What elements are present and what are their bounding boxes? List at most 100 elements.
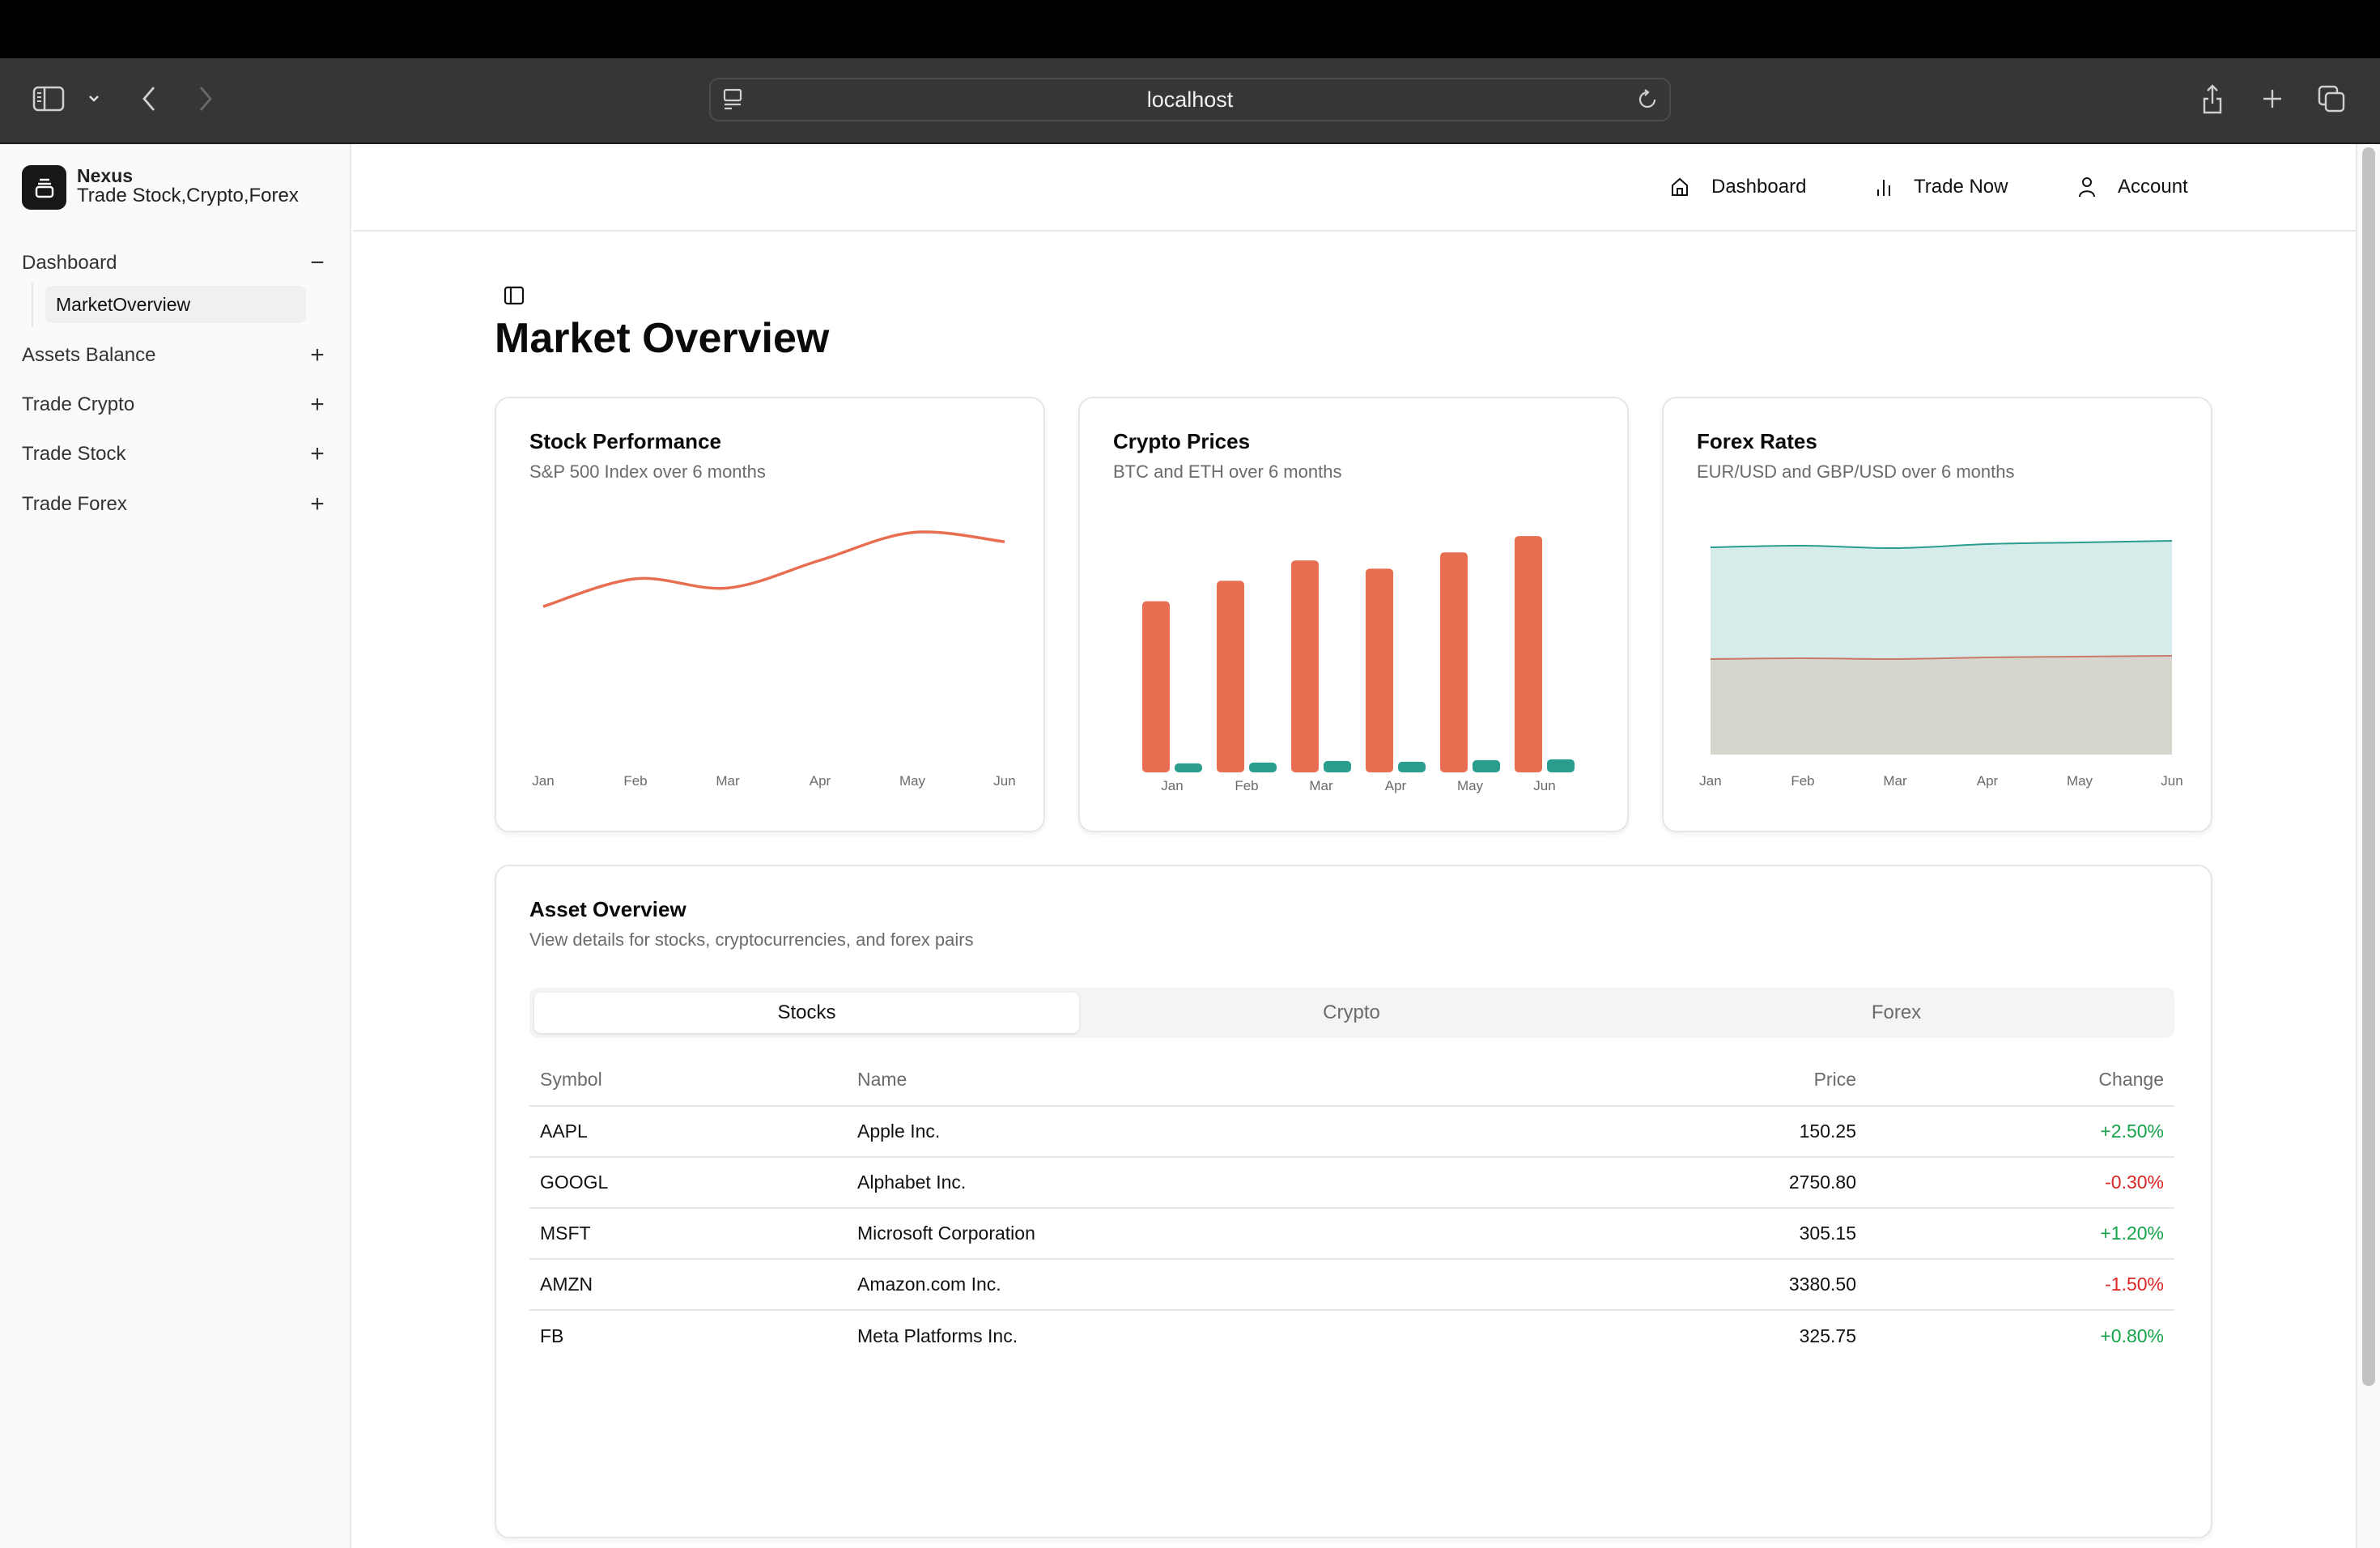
- forex-rates-card: Forex Rates EUR/USD and GBP/USD over 6 m…: [1662, 397, 2212, 832]
- column-header-name[interactable]: Name: [847, 1054, 1624, 1107]
- x-tick-label: Jun: [993, 773, 1015, 789]
- table-row[interactable]: AAPL Apple Inc. 150.25 +2.50%: [529, 1106, 2174, 1158]
- panel-toggle-button[interactable]: [504, 285, 525, 310]
- sidebar-item-assets-balance[interactable]: Assets Balance +: [22, 335, 329, 376]
- x-tick-label: May: [1457, 778, 1484, 793]
- cell-symbol: AAPL: [529, 1106, 847, 1158]
- sidebar-item-trade-stock[interactable]: Trade Stock +: [22, 434, 329, 474]
- brand-tagline: Trade Stock,Crypto,Forex: [77, 185, 299, 206]
- nav-trade-now[interactable]: Trade Now: [1875, 170, 2008, 204]
- x-tick-label: Jun: [2161, 773, 2182, 789]
- cell-price: 305.15: [1624, 1208, 1867, 1260]
- nav-label: Account: [2118, 176, 2188, 198]
- table-row[interactable]: AMZN Amazon.com Inc. 3380.50 -1.50%: [529, 1259, 2174, 1311]
- stock-performance-card: Stock Performance S&P 500 Index over 6 m…: [495, 397, 1045, 832]
- sidebar-item-trade-forex[interactable]: Trade Forex +: [22, 484, 329, 525]
- cell-price: 3380.50: [1624, 1259, 1867, 1311]
- nav-label: Trade Now: [1914, 176, 2008, 198]
- cell-name: Microsoft Corporation: [847, 1208, 1624, 1260]
- expand-icon[interactable]: +: [305, 342, 329, 369]
- cell-price: 2750.80: [1624, 1157, 1867, 1209]
- series-line-sp500: [542, 530, 1005, 608]
- page-title: Market Overview: [495, 315, 830, 362]
- forex-area-chart: Jan Feb Mar Apr May Jun: [1699, 540, 2183, 789]
- back-arrow-icon[interactable]: [138, 83, 160, 115]
- expand-icon[interactable]: +: [305, 440, 329, 468]
- bar-btc: [1366, 568, 1393, 772]
- cell-price: 325.75: [1799, 1325, 1856, 1346]
- cell-symbol: MSFT: [529, 1208, 847, 1260]
- user-icon: [2079, 177, 2095, 198]
- address-bar[interactable]: localhost: [709, 78, 1671, 121]
- new-tab-icon[interactable]: [2259, 84, 2286, 113]
- sidebar-item-dashboard[interactable]: Dashboard −: [22, 243, 329, 283]
- web-page: Nexus Trade Stock,Crypto,Forex Dashboard…: [0, 144, 2380, 1548]
- app-logo: [22, 165, 66, 210]
- bar-eth: [1473, 759, 1500, 772]
- x-tick-label: Feb: [623, 773, 647, 789]
- bar-btc: [1142, 601, 1170, 772]
- cell-symbol: GOOGL: [529, 1157, 847, 1209]
- column-header-symbol[interactable]: Symbol: [529, 1054, 847, 1107]
- bar-chart-icon: [1877, 180, 1890, 196]
- nav-dashboard[interactable]: Dashboard: [1669, 170, 1806, 204]
- expand-icon[interactable]: +: [305, 491, 329, 518]
- cell-change: -1.50%: [1867, 1259, 2174, 1311]
- home-icon: [1672, 177, 1688, 196]
- area-gbpusd: [1711, 541, 2172, 660]
- tab-crypto[interactable]: Crypto: [1079, 993, 1624, 1033]
- bar-btc: [1515, 536, 1542, 772]
- tab-forex[interactable]: Forex: [1624, 993, 2169, 1033]
- x-tick-label: Apr: [1385, 778, 1407, 793]
- brand-name: Nexus: [77, 165, 134, 186]
- collapse-icon[interactable]: −: [305, 249, 329, 277]
- cell-name: Alphabet Inc.: [847, 1157, 1624, 1209]
- sidebar-toggle-icon[interactable]: [32, 84, 65, 113]
- sidebar-item-label: Trade Stock: [22, 443, 126, 465]
- table-row[interactable]: FB Meta Platforms Inc. 325.75 +0.80%: [529, 1310, 2174, 1361]
- chevron-down-icon[interactable]: [84, 89, 104, 108]
- submenu-guide-line: [32, 283, 33, 327]
- x-tick-label: Feb: [1791, 773, 1814, 789]
- reload-icon[interactable]: [1635, 87, 1660, 112]
- x-tick-label: Jun: [1533, 778, 1555, 793]
- table-row[interactable]: MSFT Microsoft Corporation 305.15 +1.20%: [529, 1208, 2174, 1260]
- x-tick-label: Mar: [1883, 773, 1907, 789]
- asset-tabs: Stocks Crypto Forex: [529, 988, 2174, 1038]
- forward-arrow-icon[interactable]: [194, 83, 217, 115]
- table-header-row: Symbol Name Price Change: [529, 1054, 2174, 1107]
- container-icon: [35, 178, 53, 198]
- x-tick-label: May: [899, 773, 926, 789]
- panel-left-icon: [504, 286, 525, 305]
- bar-btc: [1440, 552, 1468, 772]
- system-menu-bar: [0, 0, 2380, 58]
- tab-overview-icon[interactable]: [2315, 83, 2348, 115]
- sidebar-item-trade-crypto[interactable]: Trade Crypto +: [22, 385, 329, 425]
- cell-symbol: FB: [540, 1325, 564, 1346]
- scrollbar-thumb[interactable]: [2362, 147, 2375, 1386]
- share-icon[interactable]: [2199, 81, 2226, 117]
- page-scrollbar[interactable]: [2356, 144, 2380, 1548]
- cell-change: -0.30%: [1867, 1157, 2174, 1209]
- card-title: Asset Overview: [529, 897, 686, 921]
- cell-change: +2.50%: [1867, 1106, 2174, 1158]
- bar-eth: [1249, 762, 1277, 772]
- x-tick-label: Jan: [1699, 773, 1721, 789]
- sidebar-item-market-overview[interactable]: MarketOverview: [45, 286, 306, 323]
- bar-eth: [1547, 759, 1575, 772]
- area-eurusd: [1711, 656, 2172, 755]
- sidebar-item-label: Trade Crypto: [22, 393, 135, 415]
- top-header: Dashboard Trade Now Account: [353, 144, 2356, 232]
- stock-line-chart: Jan Feb Mar Apr May Jun: [532, 530, 1016, 789]
- expand-icon[interactable]: +: [305, 391, 329, 419]
- bar-btc: [1217, 580, 1244, 772]
- tab-stocks[interactable]: Stocks: [534, 993, 1079, 1033]
- nav-account[interactable]: Account: [2077, 170, 2188, 204]
- cell-name: Meta Platforms Inc.: [857, 1325, 1018, 1346]
- card-subtitle: View details for stocks, cryptocurrencie…: [529, 929, 974, 950]
- x-tick-label: Jan: [532, 773, 554, 789]
- table-row[interactable]: GOOGL Alphabet Inc. 2750.80 -0.30%: [529, 1157, 2174, 1209]
- column-header-change[interactable]: Change: [1867, 1054, 2174, 1107]
- bar-btc: [1291, 560, 1319, 772]
- column-header-price[interactable]: Price: [1624, 1054, 1867, 1107]
